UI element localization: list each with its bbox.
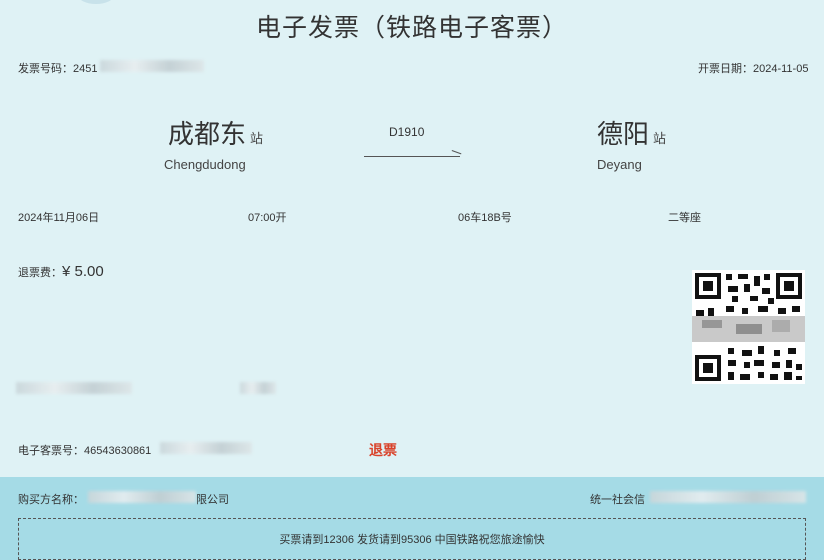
eticket-number: 电子客票号：46543630861 xyxy=(18,442,151,458)
eticket-number-value: 46543630861 xyxy=(84,445,152,457)
invoice-number-label: 发票号码： xyxy=(18,63,73,75)
refund-fee-label: 退票费： xyxy=(18,267,62,279)
invoice-number: 发票号码：2451 xyxy=(18,60,97,76)
departure-station-suffix: 站 xyxy=(250,131,264,146)
departure-pinyin: Chengdudong xyxy=(164,157,246,172)
travel-date: 2024年11月06日 xyxy=(18,212,100,224)
refund-mark: 退票 xyxy=(369,442,397,458)
arrival-station: 德阳站 xyxy=(597,114,666,151)
issue-date-label: 开票日期： xyxy=(698,63,753,75)
direction-arrow-head xyxy=(448,150,462,163)
credit-code-label: 统一社会信 xyxy=(590,494,645,506)
issue-date: 开票日期：2024-11-05 xyxy=(698,60,808,76)
slogan-box: 买票请到12306 发货请到95306 中国铁路祝您旅途愉快 xyxy=(18,518,806,560)
top-decoration xyxy=(78,0,114,4)
redacted-buyer-name xyxy=(88,491,196,503)
invoice-number-value: 2451 xyxy=(73,63,98,75)
issue-date-value: 2024-11-05 xyxy=(753,63,809,75)
arrival-station-suffix: 站 xyxy=(653,131,667,146)
redacted-passenger-name xyxy=(240,382,276,394)
eticket-number-label: 电子客票号： xyxy=(18,445,84,457)
seat-number: 06车18B号 xyxy=(458,212,512,224)
refund-fee: 退票费：¥ 5.00 xyxy=(18,263,104,281)
refund-fee-value: ¥ 5.00 xyxy=(62,263,104,280)
departure-station: 成都东站 xyxy=(168,114,263,151)
direction-arrow-line xyxy=(364,156,460,157)
buyer-name-suffix: 限公司 xyxy=(196,494,229,506)
buyer-label: 购买方名称： xyxy=(18,494,84,506)
departure-station-name: 成都东 xyxy=(168,119,247,149)
arrival-station-name: 德阳 xyxy=(597,119,650,149)
train-number: D1910 xyxy=(389,125,425,139)
invoice-title: 电子发票（铁路电子客票） xyxy=(255,14,568,42)
redacted-passenger-id xyxy=(16,382,132,394)
arrival-pinyin: Deyang xyxy=(597,157,642,172)
seat-class: 二等座 xyxy=(668,212,701,224)
departure-time: 07:00开 xyxy=(248,212,287,224)
redacted-credit-code xyxy=(650,491,806,503)
redacted-invoice-number xyxy=(100,60,204,72)
redacted-eticket-number xyxy=(160,442,252,454)
qr-code xyxy=(692,270,805,384)
